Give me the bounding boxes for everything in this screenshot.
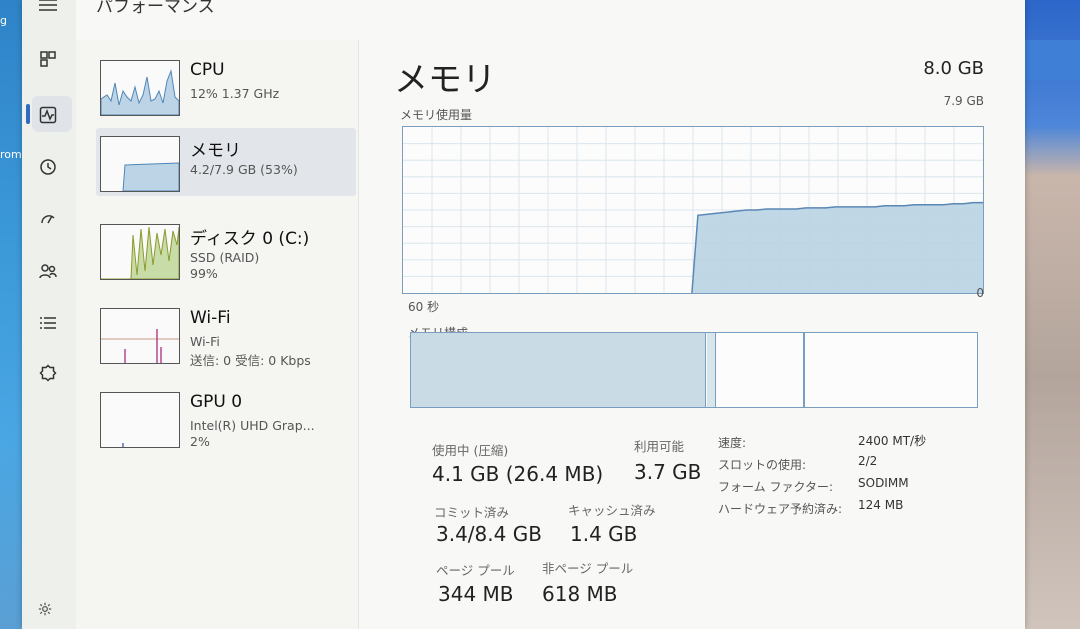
resource-name: メモリ [190, 141, 241, 161]
resource-sub: Intel(R) UHD Grap... [190, 418, 315, 433]
wifi-thumbnail-graph [100, 308, 180, 364]
slots-value: 2/2 [858, 454, 878, 468]
graph-label: メモリ使用量 [400, 108, 473, 122]
graph-max-label: 7.9 GB [943, 94, 984, 108]
resource-sub-2: 99% [190, 266, 218, 281]
hw-reserved-value: 124 MB [858, 498, 904, 512]
page-title: パフォーマンス [96, 0, 215, 17]
memory-usage-area [691, 202, 983, 293]
content-area: パフォーマンス CPU 12% 1.37 GHz メモリ 4.2/7.9 GB … [76, 0, 1025, 629]
composition-divider [803, 333, 805, 407]
hw-reserved-label: ハードウェア予約済み: [718, 502, 843, 516]
resource-sub: Wi-Fi [190, 334, 220, 349]
gpu-thumbnail-graph [100, 392, 180, 448]
in-use-value: 4.1 GB (26.4 MB) [432, 462, 604, 486]
resource-item-disk[interactable]: ディスク 0 (C:) SSD (RAID) 99% [96, 216, 356, 284]
task-manager-window: パフォーマンス CPU 12% 1.37 GHz メモリ 4.2/7.9 GB … [22, 0, 1025, 629]
resource-sub: 4.2/7.9 GB (53%) [190, 162, 298, 177]
resource-name: CPU [190, 60, 225, 80]
resource-sub-2: 送信: 0 受信: 0 Kbps [190, 353, 311, 368]
settings-icon[interactable] [38, 602, 52, 620]
nav-active-indicator [26, 104, 30, 124]
in-use-label: 使用中 (圧縮) [432, 443, 509, 458]
cached-label: キャッシュ済み [568, 503, 656, 518]
menu-icon[interactable] [37, 0, 59, 16]
nonpaged-pool-value: 618 MB [542, 582, 618, 606]
resource-name: Wi-Fi [190, 308, 231, 328]
resource-name: ディスク 0 (C:) [190, 229, 310, 249]
committed-value: 3.4/8.4 GB [436, 522, 542, 546]
graph-time-right: 0 [976, 286, 984, 300]
memory-detail-panel: メモリ 8.0 GB メモリ使用量 7.9 GB 60 秒 0 メモリ構成 使用… [386, 40, 986, 620]
disk-thumbnail-graph [100, 224, 180, 280]
paged-pool-label: ページ プール [436, 563, 515, 578]
resource-item-cpu[interactable]: CPU 12% 1.37 GHz [96, 52, 356, 120]
resource-sub: 12% 1.37 GHz [190, 86, 280, 101]
composition-in-use [411, 333, 706, 407]
resource-list: CPU 12% 1.37 GHz メモリ 4.2/7.9 GB (53%) ディ… [76, 40, 359, 629]
users-icon[interactable] [37, 260, 59, 282]
resource-sub: SSD (RAID) [190, 250, 260, 265]
panel-title: メモリ [394, 60, 496, 100]
details-icon[interactable] [37, 312, 59, 334]
resource-item-gpu[interactable]: GPU 0 Intel(R) UHD Grap... 2% [96, 384, 356, 452]
desktop-text-fragment: g [0, 14, 7, 27]
services-icon[interactable] [37, 362, 59, 384]
speed-label: 速度: [718, 436, 747, 450]
desktop-background-left: g rom [0, 0, 24, 629]
resource-name: GPU 0 [190, 392, 243, 412]
committed-label: コミット済み [434, 505, 510, 520]
performance-icon[interactable] [37, 104, 59, 126]
resource-sub-2: 2% [190, 434, 210, 449]
resource-item-wifi[interactable]: Wi-Fi Wi-Fi 送信: 0 受信: 0 Kbps [96, 300, 356, 368]
available-value: 3.7 GB [634, 460, 702, 484]
nav-rail [22, 0, 76, 629]
cpu-thumbnail-graph [100, 60, 180, 116]
available-label: 利用可能 [634, 439, 685, 454]
memory-usage-graph [402, 126, 984, 294]
form-factor-value: SODIMM [858, 476, 909, 490]
speed-value: 2400 MT/秒 [858, 434, 927, 448]
graph-time-left: 60 秒 [408, 300, 440, 314]
resource-item-memory[interactable]: メモリ 4.2/7.9 GB (53%) [96, 128, 356, 196]
composition-modified [707, 333, 716, 407]
desktop-text-fragment: rom [0, 148, 22, 161]
slots-label: スロットの使用: [718, 458, 807, 472]
cached-value: 1.4 GB [570, 522, 638, 546]
paged-pool-value: 344 MB [438, 582, 514, 606]
form-factor-label: フォーム ファクター: [718, 480, 834, 494]
startup-icon[interactable] [37, 208, 59, 230]
nonpaged-pool-label: 非ページ プール [542, 561, 634, 576]
memory-composition-bar [410, 332, 978, 408]
memory-total: 8.0 GB [923, 58, 984, 79]
memory-usage-chart [403, 127, 983, 294]
memory-thumbnail-graph [100, 136, 180, 192]
apps-icon[interactable] [37, 48, 59, 70]
history-icon[interactable] [37, 156, 59, 178]
